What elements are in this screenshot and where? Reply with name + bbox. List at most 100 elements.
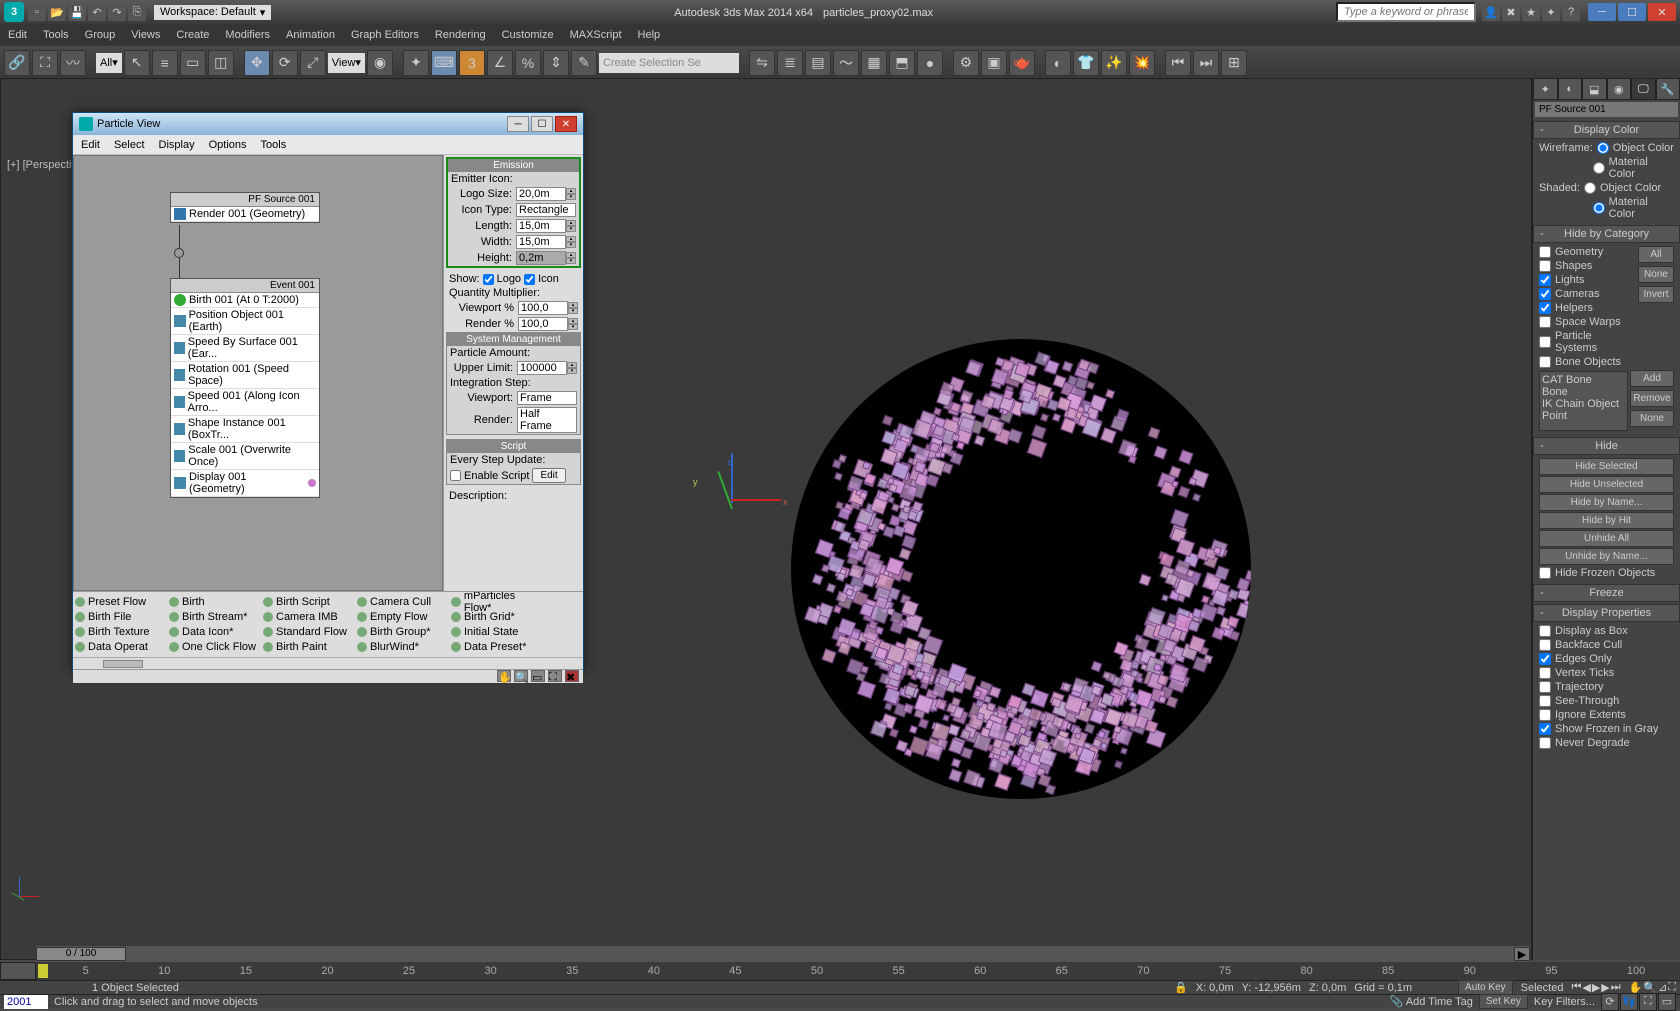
coord-z[interactable]: Z: 0,0m — [1309, 982, 1346, 994]
show-icon-checkbox[interactable] — [524, 274, 535, 285]
select-scale-icon[interactable]: ⤢ — [300, 50, 326, 76]
pv-menu-tools[interactable]: Tools — [261, 139, 287, 151]
hide-hide-by-hit-button[interactable]: Hide by Hit — [1539, 512, 1674, 529]
depot-item[interactable]: Preset Flow — [75, 594, 169, 609]
named-selection-input[interactable]: Create Selection Se — [599, 53, 739, 73]
save-icon[interactable]: 💾 — [68, 3, 86, 21]
pv-noupdate-icon[interactable]: ✖ — [565, 670, 579, 682]
cat-bone-objects-checkbox[interactable] — [1539, 356, 1551, 368]
depot-item[interactable]: One Click Flow — [169, 639, 263, 654]
window-close-button[interactable]: ✕ — [1648, 3, 1676, 21]
display-color-rollout[interactable]: Display Color — [1533, 121, 1680, 139]
depot-item[interactable]: Data Preset* — [451, 639, 545, 654]
pv-maximize-button[interactable]: ☐ — [531, 116, 553, 132]
node-op-scale[interactable]: Scale 001 (Overwrite Once) — [171, 443, 319, 470]
pv-extents-icon[interactable]: ⛶ — [548, 670, 562, 682]
integ-viewport-dropdown[interactable]: Frame — [517, 391, 577, 405]
addtimetag-button[interactable]: 📎 Add Time Tag — [1390, 995, 1473, 1008]
object-name-field[interactable]: PF Source 001 — [1535, 102, 1678, 117]
mirror-icon[interactable]: ⇋ — [749, 50, 775, 76]
layers-icon[interactable]: ▤ — [805, 50, 831, 76]
pv-region-icon[interactable]: ▭ — [531, 670, 545, 682]
open-icon[interactable]: 📂 — [48, 3, 66, 21]
show-logo-checkbox[interactable] — [483, 274, 494, 285]
depot-item[interactable]: Birth Grid* — [451, 609, 545, 624]
cat-space-warps-checkbox[interactable] — [1539, 316, 1551, 328]
time-slider[interactable]: ◀ 0 / 100 ▶ — [36, 946, 1530, 962]
keyboard-shortcut-icon[interactable]: ⌨ — [431, 50, 457, 76]
wf-obj-radio[interactable] — [1597, 142, 1609, 154]
link-icon[interactable]: 🔗 — [4, 50, 30, 76]
current-frame-input[interactable]: 2001 — [4, 995, 48, 1009]
pv-pan-icon[interactable]: ✋ — [497, 670, 511, 682]
menu-group[interactable]: Group — [85, 29, 116, 41]
node-op-position[interactable]: Position Object 001 (Earth) — [171, 308, 319, 335]
depot-item[interactable]: mParticles Flow* — [451, 594, 545, 609]
dp-show-frozen-in-gray-checkbox[interactable] — [1539, 723, 1551, 735]
select-by-name-icon[interactable]: ≡ — [152, 50, 178, 76]
cat-helpers-checkbox[interactable] — [1539, 302, 1551, 314]
depot-item[interactable]: BlurWind* — [357, 639, 451, 654]
tab-utilities-icon[interactable]: 🔧 — [1656, 78, 1680, 100]
width-input[interactable]: 15,0m — [516, 235, 566, 249]
dynamics-icon[interactable]: 💥 — [1129, 50, 1155, 76]
hide-category-rollout[interactable]: Hide by Category — [1533, 225, 1680, 243]
keyfilters-button[interactable]: Key Filters... — [1534, 996, 1595, 1008]
tab-hierarchy-icon[interactable]: ⬓ — [1582, 78, 1607, 100]
signin-icon[interactable]: 👤 — [1482, 3, 1500, 21]
dp-edges-only-checkbox[interactable] — [1539, 653, 1551, 665]
integ-render-dropdown[interactable]: Half Frame — [517, 407, 577, 433]
select-rotate-icon[interactable]: ⟳ — [272, 50, 298, 76]
cloth-icon[interactable]: 👕 — [1073, 50, 1099, 76]
hide-unhide-all-button[interactable]: Unhide All — [1539, 530, 1674, 547]
tab-create-icon[interactable]: ✦ — [1533, 78, 1558, 100]
material-editor-icon[interactable]: ● — [917, 50, 943, 76]
prev-frame-icon[interactable]: ◀ — [1582, 981, 1590, 994]
selection-filter-dropdown[interactable]: All ▾ — [96, 53, 122, 73]
menu-rendering[interactable]: Rendering — [435, 29, 486, 41]
pv-canvas[interactable]: PF Source 001 Render 001 (Geometry) Even… — [73, 155, 443, 591]
pv-titlebar[interactable]: Particle View ─ ☐ ✕ — [73, 113, 583, 135]
depot-item[interactable]: Birth Texture — [75, 624, 169, 639]
help-icon[interactable]: ? — [1562, 3, 1580, 21]
select-move-icon[interactable]: ✥ — [244, 50, 270, 76]
curve-editor-icon[interactable]: 〜 — [833, 50, 859, 76]
time-slider-thumb[interactable]: 0 / 100 — [36, 947, 126, 961]
trackbar-config-icon[interactable] — [0, 962, 36, 980]
redo-icon[interactable]: ↷ — [108, 3, 126, 21]
tab-display-icon[interactable]: 🖵 — [1631, 78, 1656, 100]
pv-close-button[interactable]: ✕ — [555, 116, 577, 132]
particle-icon[interactable]: ✨ — [1101, 50, 1127, 76]
key-filter-dropdown[interactable]: Selected — [1521, 982, 1564, 994]
event-node[interactable]: Event 001 Birth 001 (At 0 T:2000) Positi… — [170, 278, 320, 498]
play-icon[interactable]: ▶ — [1592, 981, 1600, 994]
app-logo-icon[interactable]: 3 — [4, 2, 24, 22]
node-op-birth[interactable]: Birth 001 (At 0 T:2000) — [171, 293, 319, 308]
ref-coord-dropdown[interactable]: View ▾ — [328, 53, 365, 73]
depot-item[interactable]: Camera Cull — [357, 594, 451, 609]
node-header[interactable]: Event 001 — [171, 279, 319, 293]
pv-menu-edit[interactable]: Edit — [81, 139, 100, 151]
cat-lights-checkbox[interactable] — [1539, 274, 1551, 286]
track-bar[interactable]: 5101520253035404550556065707580859095100 — [0, 962, 1680, 980]
tab-motion-icon[interactable]: ◉ — [1607, 78, 1632, 100]
viewport-pct-input[interactable]: 100,0 — [518, 301, 568, 315]
help-search-input[interactable] — [1336, 2, 1476, 22]
hide-hide-unselected-button[interactable]: Hide Unselected — [1539, 476, 1674, 493]
pv-menu-select[interactable]: Select — [114, 139, 145, 151]
node-operator[interactable]: Render 001 (Geometry) — [171, 207, 319, 222]
edit-script-button[interactable]: Edit — [532, 468, 565, 483]
display-properties-rollout[interactable]: Display Properties — [1533, 604, 1680, 622]
render-icon[interactable]: 🫖 — [1009, 50, 1035, 76]
hide-unhide-by-name--button[interactable]: Unhide by Name... — [1539, 548, 1674, 565]
logo-size-input[interactable]: 20,0m — [516, 187, 566, 201]
dope-sheet-icon[interactable]: ▦ — [861, 50, 887, 76]
cat-cameras-checkbox[interactable] — [1539, 288, 1551, 300]
render-setup-icon[interactable]: ⚙ — [953, 50, 979, 76]
none2-button[interactable]: None — [1630, 410, 1674, 427]
depot-item[interactable]: Birth — [169, 594, 263, 609]
depot-item[interactable]: Birth Paint — [263, 639, 357, 654]
subscribe-icon[interactable]: ✦ — [1542, 3, 1560, 21]
menu-help[interactable]: Help — [638, 29, 661, 41]
window-maximize-button[interactable]: ☐ — [1618, 3, 1646, 21]
